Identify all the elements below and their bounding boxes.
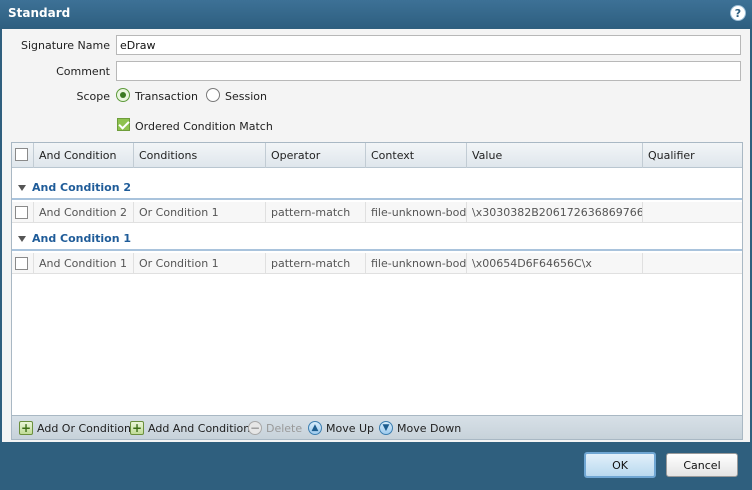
group-header-and-condition-2[interactable]: And Condition 2 [12,176,742,200]
group-title: And Condition 2 [32,181,132,194]
add-icon: + [130,421,144,435]
conditions-grid: And Condition Conditions Operator Contex… [11,142,743,440]
move-down-button[interactable]: ▼ Move Down [379,420,461,437]
help-icon[interactable]: ? [730,5,746,21]
cell-conditions[interactable]: Or Condition 1 [134,253,266,274]
row-checkbox[interactable] [15,257,28,270]
select-all-checkbox[interactable] [15,148,28,161]
group-header-and-condition-1[interactable]: And Condition 1 [12,227,742,251]
ordered-condition-checkbox[interactable] [117,118,130,131]
move-up-button[interactable]: ▲ Move Up [308,420,374,437]
table-row[interactable]: And Condition 2 Or Condition 1 pattern-m… [12,202,742,223]
select-all-cell [12,143,34,168]
cell-operator: pattern-match [266,253,366,274]
comment-input[interactable] [116,61,741,81]
signature-name-input[interactable] [116,35,741,55]
scope-transaction-label: Transaction [135,90,198,103]
row-select-cell [12,202,34,223]
column-header-operator[interactable]: Operator [266,143,366,168]
delete-button[interactable]: − Delete [248,420,302,437]
ok-button[interactable]: OK [584,452,656,478]
cell-value: \x00654D6F64656C\x [467,253,643,274]
grid-header: And Condition Conditions Operator Contex… [12,143,742,168]
delete-icon: − [248,421,262,435]
cell-operator: pattern-match [266,202,366,223]
dialog-titlebar: Standard ? [0,0,752,28]
scope-transaction-radio[interactable] [116,88,130,102]
scope-label: Scope [76,90,110,103]
cell-qualifier [643,253,742,274]
group-title: And Condition 1 [32,232,132,245]
column-header-conditions[interactable]: Conditions [134,143,266,168]
cell-and-condition: And Condition 1 [34,253,134,274]
dialog-body: Signature Name Comment Scope Transaction… [2,29,750,442]
column-header-context[interactable]: Context [366,143,467,168]
row-select-cell [12,253,34,274]
signature-name-label: Signature Name [20,39,110,52]
row-checkbox[interactable] [15,206,28,219]
column-header-value[interactable]: Value [467,143,643,168]
cell-context: file-unknown-body [366,253,467,274]
arrow-down-icon: ▼ [379,421,393,435]
add-and-condition-button[interactable]: + Add And Condition [130,420,250,437]
dialog-title: Standard [8,6,71,20]
scope-session-label: Session [225,90,267,103]
collapse-arrow-icon[interactable] [18,236,26,242]
comment-label: Comment [56,65,110,78]
column-header-and-condition[interactable]: And Condition [34,143,134,168]
dialog-footer: OK Cancel [0,442,752,490]
cell-qualifier [643,202,742,223]
cell-and-condition: And Condition 2 [34,202,134,223]
add-or-condition-button[interactable]: + Add Or Condition [19,420,131,437]
column-header-qualifier[interactable]: Qualifier [643,143,742,168]
grid-toolbar: + Add Or Condition + Add And Condition −… [11,415,743,440]
cell-conditions[interactable]: Or Condition 1 [134,202,266,223]
arrow-up-icon: ▲ [308,421,322,435]
cell-value: \x3030382B2061726368697665\x [467,202,643,223]
ordered-condition-label: Ordered Condition Match [135,120,273,133]
cancel-button[interactable]: Cancel [666,453,738,477]
add-icon: + [19,421,33,435]
collapse-arrow-icon[interactable] [18,185,26,191]
scope-session-radio[interactable] [206,88,220,102]
cell-context: file-unknown-body [366,202,467,223]
table-row[interactable]: And Condition 1 Or Condition 1 pattern-m… [12,253,742,274]
